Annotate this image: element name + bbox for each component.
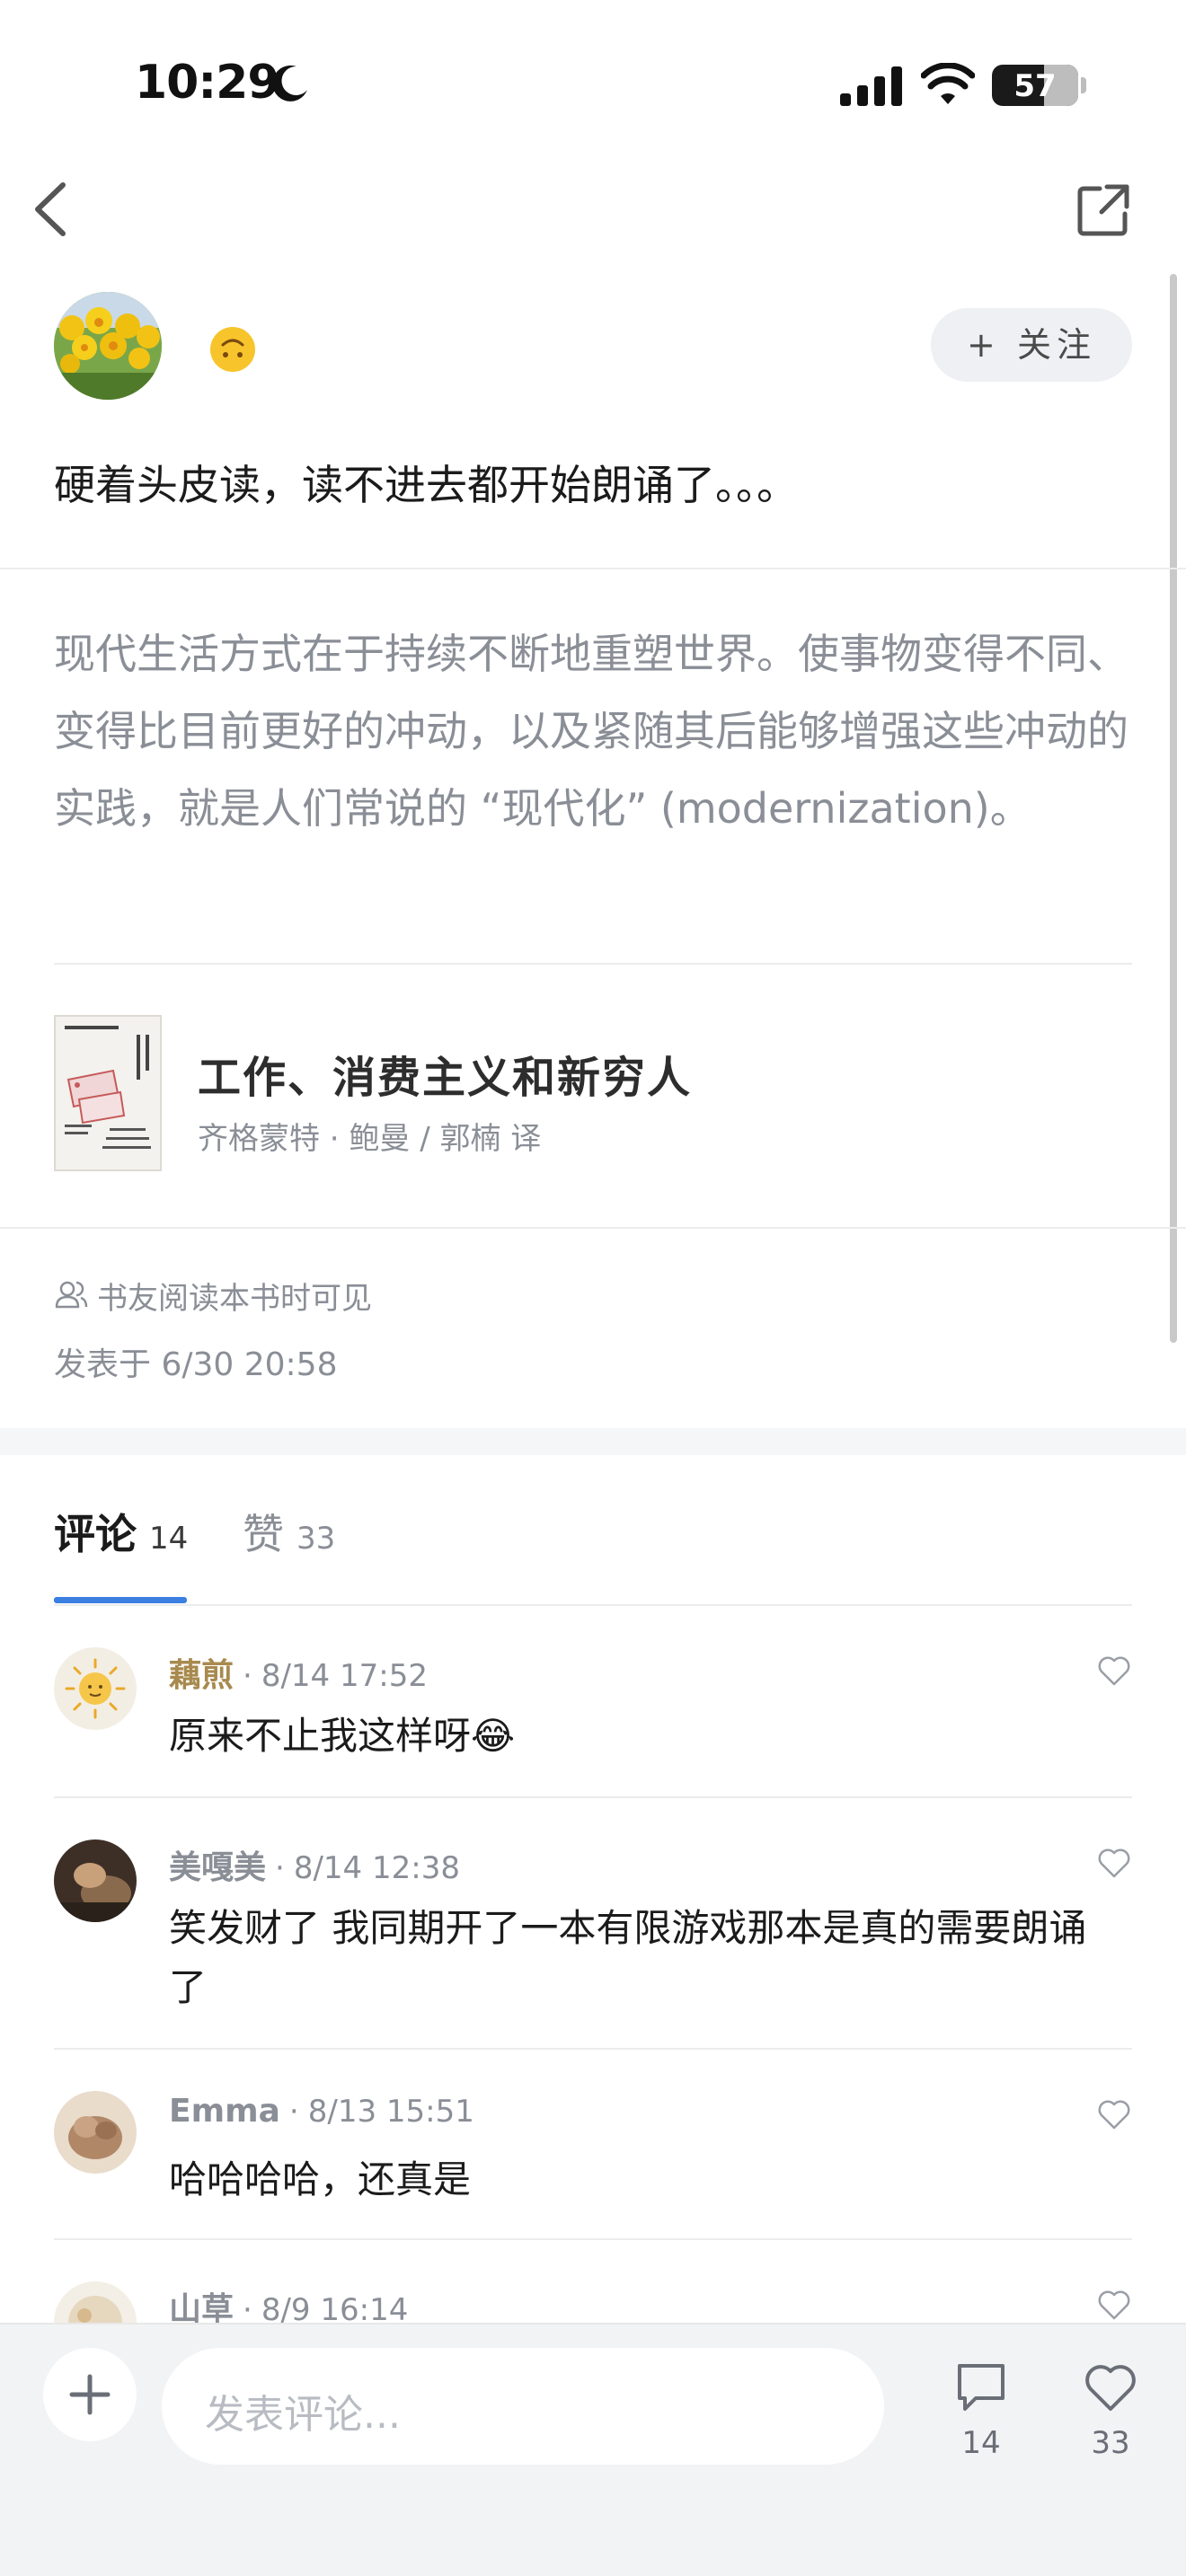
like-heart-icon[interactable]	[1096, 2287, 1132, 2323]
daffodil-photo	[54, 292, 162, 400]
comment-item[interactable]: 山草 · 8/9 16:14	[54, 2281, 1132, 2323]
battery-tip	[1081, 77, 1086, 93]
plus-icon	[69, 2374, 111, 2415]
visibility-text: 书友阅读本书时可见	[97, 1281, 372, 1317]
active-tab-indicator	[54, 1597, 187, 1603]
scroll-indicator[interactable]	[1170, 274, 1177, 1343]
divider	[54, 1796, 1132, 1798]
comment-item[interactable]: Emma · 8/13 15:51 哈哈哈哈，还真是	[54, 2091, 1132, 2226]
divider	[54, 1604, 1132, 1606]
add-button[interactable]	[43, 2348, 137, 2441]
post-timestamp: 发表于 6/30 20:58	[54, 1346, 338, 1383]
readers-visibility-icon	[55, 1281, 88, 1309]
divider	[54, 2048, 1132, 2050]
comment-time: 8/14 17:52	[261, 1658, 428, 1694]
commenter-avatar[interactable]	[54, 1839, 137, 1922]
commenter-name[interactable]: Emma	[169, 2093, 280, 2130]
share-external-icon[interactable]	[1076, 183, 1130, 237]
book-author: 齐格蒙特 · 鲍曼 / 郭楠 译	[198, 1121, 542, 1157]
comment-time: 8/9 16:14	[261, 2292, 409, 2323]
author-avatar[interactable]	[54, 292, 162, 400]
like-heart-icon[interactable]	[1082, 2359, 1139, 2416]
book-cover-image	[54, 1015, 162, 1171]
comment-time: 8/14 12:38	[293, 1850, 460, 1886]
comment-input[interactable]: 发表评论...	[162, 2348, 884, 2465]
tab-comments-label: 评论	[54, 1510, 137, 1558]
comment-header: 山草 · 8/9 16:14	[169, 2283, 408, 2323]
tab-comments[interactable]: 评论 14	[54, 1502, 188, 1561]
divider	[0, 1227, 1186, 1229]
do-not-disturb-moon-icon	[272, 65, 307, 101]
comment-input-placeholder: 发表评论...	[205, 2392, 401, 2438]
tab-likes-label: 赞	[243, 1510, 284, 1558]
divider	[54, 2238, 1132, 2240]
divider	[0, 568, 1186, 569]
commenter-name[interactable]: 山草	[169, 2291, 234, 2323]
battery-percent: 57	[1013, 68, 1057, 104]
comment-bubble-icon[interactable]	[952, 2359, 1010, 2416]
comment-item[interactable]: 藕煎 · 8/14 17:52 原来不止我这样呀😂	[54, 1647, 1132, 1782]
tab-likes[interactable]: 赞 33	[243, 1502, 335, 1561]
like-count: 33	[1091, 2425, 1130, 2461]
comment-header: 美嘎美 · 8/14 12:38	[169, 1841, 460, 1888]
like-heart-icon[interactable]	[1096, 1845, 1132, 1881]
book-quote[interactable]: 现代生活方式在于持续不断地重塑世界。使事物变得不同、变得比目前更好的冲动，以及紧…	[54, 615, 1132, 847]
comment-text: 笑发财了 我同期开了一本有限游戏那本是真的需要朗诵了	[169, 1906, 1087, 2009]
separator-dot: ·	[243, 2292, 252, 2323]
comment-header: Emma · 8/13 15:51	[169, 2093, 474, 2130]
comment-time: 8/13 15:51	[307, 2094, 474, 2130]
comment-text: 哈哈哈哈，还真是	[169, 2157, 472, 2201]
cellular-signal-icon	[840, 66, 902, 106]
wifi-icon	[921, 63, 975, 104]
comment-count: 14	[961, 2425, 1001, 2461]
separator-dot: ·	[275, 1850, 285, 1886]
tab-comments-count: 14	[149, 1521, 189, 1557]
comment-item[interactable]: 美嘎美 · 8/14 12:38 笑发财了 我同期开了一本有限游戏那本是真的需要朗诵…	[54, 1839, 1132, 2037]
divider	[54, 963, 1132, 965]
separator-dot: ·	[288, 2094, 299, 2130]
follow-button[interactable]: + 关注	[931, 308, 1132, 382]
separator-dot: ·	[243, 1658, 252, 1694]
like-heart-icon[interactable]	[1096, 2096, 1132, 2132]
book-card[interactable]: 工作、消费主义和新穷人 齐格蒙特 · 鲍曼 / 郭楠 译	[54, 1015, 1132, 1177]
commenter-name[interactable]: 藕煎	[169, 1657, 234, 1694]
commenter-avatar[interactable]	[54, 2091, 137, 2174]
status-bar: 10:29 57	[0, 0, 1186, 171]
commenter-name[interactable]: 美嘎美	[169, 1849, 266, 1886]
upside-down-face-emoji-icon	[210, 327, 255, 372]
tab-likes-count: 33	[296, 1521, 336, 1557]
comment-text: 原来不止我这样呀😂	[169, 1714, 516, 1758]
bottom-comment-bar: 发表评论... 14 33	[0, 2323, 1186, 2576]
like-heart-icon[interactable]	[1096, 1653, 1132, 1689]
status-time: 10:29	[135, 56, 280, 110]
post-text: 硬着头皮读，读不进去都开始朗诵了。。。	[54, 461, 798, 509]
commenter-avatar[interactable]	[54, 2281, 137, 2323]
section-separator	[0, 1428, 1186, 1455]
battery-indicator: 57	[992, 65, 1078, 106]
comment-header: 藕煎 · 8/14 17:52	[169, 1649, 428, 1696]
book-title: 工作、消费主义和新穷人	[198, 1053, 693, 1103]
commenter-avatar[interactable]	[54, 1647, 137, 1730]
back-chevron-icon[interactable]	[27, 180, 77, 239]
